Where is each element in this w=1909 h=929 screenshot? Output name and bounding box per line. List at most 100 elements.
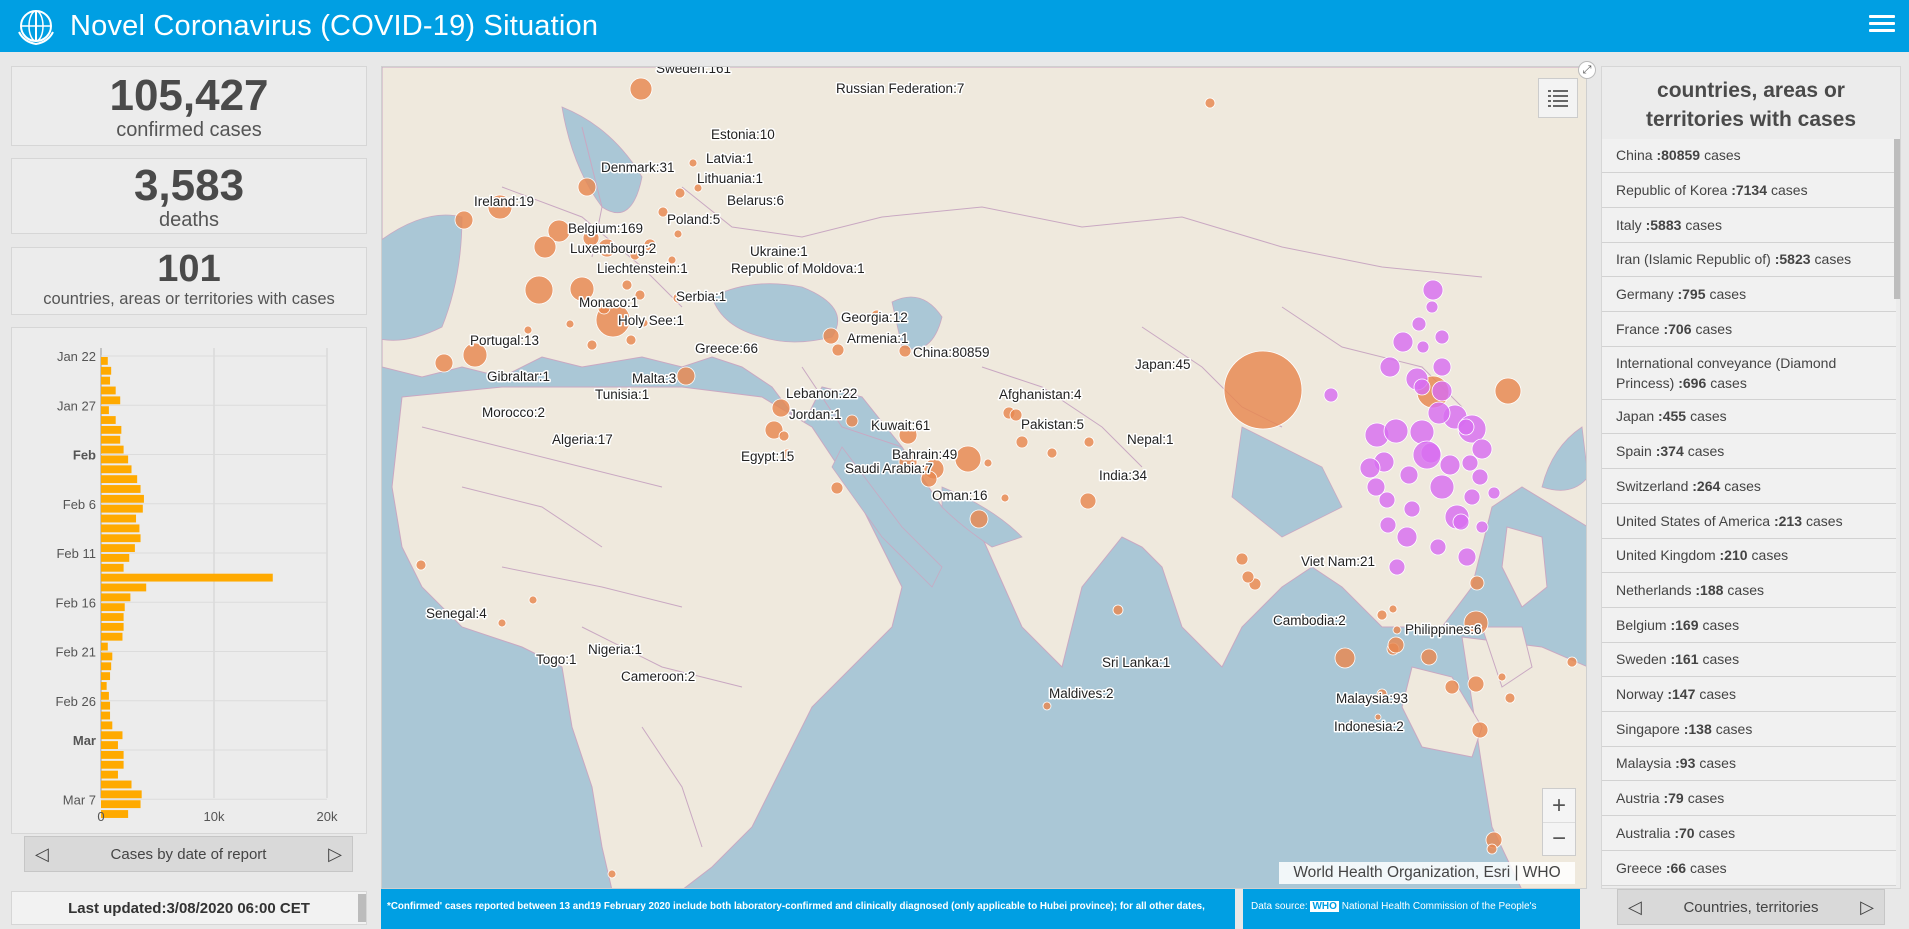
country-case-bubble	[1204, 97, 1216, 109]
map-country-label: Ireland:19	[474, 194, 534, 209]
map-country-label: Malta:3	[632, 371, 676, 386]
landmass	[1501, 526, 1548, 608]
country-name: France	[1616, 320, 1664, 337]
country-case-bubble	[1471, 721, 1489, 739]
chart-next-arrow-icon[interactable]: ▷	[328, 844, 342, 865]
world-map[interactable]: Sweden:161 Russian Federation:7 Estonia:10…	[381, 66, 1587, 889]
country-case-count: :7134	[1731, 181, 1767, 198]
zoom-out-button[interactable]: −	[1543, 822, 1575, 855]
country-list-item[interactable]: France :706 cases	[1602, 312, 1896, 347]
chart-prev-arrow-icon[interactable]: ◁	[35, 844, 49, 865]
country-case-bubble	[771, 398, 791, 418]
country-list-item[interactable]: Italy :5883 cases	[1602, 208, 1896, 243]
legend-list-icon[interactable]	[1538, 78, 1578, 118]
country-list-item[interactable]: Iran (Islamic Republic of) :5823 cases	[1602, 243, 1896, 277]
countries-list-title: countries, areas or territories with cas…	[1645, 79, 1857, 131]
country-name: Switzerland	[1616, 477, 1693, 494]
country-list-item[interactable]: China :80859 cases	[1602, 139, 1896, 173]
country-entry: Australia :70 cases	[1616, 823, 1735, 843]
chart-bar	[101, 494, 144, 503]
country-case-bubble	[1392, 625, 1402, 635]
country-list-item[interactable]: Netherlands :188 cases	[1602, 573, 1896, 608]
country-case-bubble	[1444, 679, 1460, 695]
country-case-suffix: cases	[1699, 755, 1736, 772]
country-case-suffix: cases	[1695, 320, 1733, 337]
countries-count: 101	[157, 248, 221, 290]
country-list-item[interactable]: United Kingdom :210 cases	[1602, 539, 1896, 573]
country-entry: Netherlands :188 cases	[1616, 580, 1764, 600]
chart-bar	[101, 613, 124, 621]
countries-prev-arrow-icon[interactable]: ◁	[1628, 897, 1642, 918]
map-country-label: Japan:45	[1135, 357, 1191, 372]
country-case-bubble	[983, 458, 993, 468]
country-case-bubble	[1042, 701, 1052, 711]
country-case-count: :455	[1658, 408, 1687, 425]
country-entry: France :706 cases	[1616, 319, 1732, 339]
map-country-label: Indonesia:2	[1334, 719, 1404, 734]
scrollbar[interactable]	[358, 894, 366, 922]
chart-y-tick-label: Feb 26	[56, 694, 96, 709]
countries-nav-bar: ◁ Countries, territories ▷	[1617, 889, 1885, 925]
chart-bar	[101, 780, 132, 789]
country-list-item[interactable]: Austria :79 cases	[1602, 781, 1896, 816]
country-case-suffix: cases	[1806, 512, 1843, 529]
country-list-item[interactable]: Sweden :161 cases	[1602, 643, 1896, 677]
country-list-item[interactable]: Switzerland :264 cases	[1602, 469, 1896, 504]
country-list-item[interactable]: Belgium :169 cases	[1602, 608, 1896, 643]
china-province-bubble	[1425, 300, 1439, 314]
country-entry: Sweden :161 cases	[1616, 649, 1739, 669]
country-entry: Japan :455 cases	[1616, 406, 1727, 426]
chart-bar	[101, 721, 113, 730]
country-list-item[interactable]: Malaysia :93 cases	[1602, 747, 1896, 781]
country-list-item[interactable]: Greece :66 cases	[1602, 851, 1896, 886]
zoom-in-button[interactable]: +	[1543, 789, 1575, 822]
countries-list-scrollbar[interactable]	[1894, 139, 1900, 299]
chart-bar	[101, 682, 107, 690]
map-country-label: Senegal:4	[426, 606, 487, 621]
country-list-item[interactable]: Republic of Korea :7134 cases	[1602, 173, 1896, 208]
china-province-bubble	[1429, 474, 1455, 500]
country-list-item[interactable]: International conveyance (Diamond Prince…	[1602, 347, 1896, 400]
china-province-bubble	[1383, 418, 1409, 444]
country-case-bubble	[898, 344, 912, 358]
country-case-suffix: cases	[1687, 442, 1725, 459]
country-list-item[interactable]: Japan :455 cases	[1602, 400, 1896, 434]
country-list-item[interactable]: Norway :147 cases	[1602, 677, 1896, 712]
map-country-label: Kuwait:61	[871, 418, 930, 433]
country-list-item[interactable]: Spain :374 cases	[1602, 434, 1896, 469]
country-list-item[interactable]: Germany :795 cases	[1602, 277, 1896, 312]
map-country-label: Jordan:1	[789, 407, 842, 422]
countries-label: countries, areas or territories with cas…	[43, 289, 335, 308]
chart-bar	[101, 435, 121, 444]
chart-bar	[101, 366, 112, 375]
chart-y-tick-label: Feb 16	[56, 595, 96, 610]
countries-next-arrow-icon[interactable]: ▷	[1860, 897, 1874, 918]
map-country-label: Sweden:161	[656, 67, 731, 76]
data-source-prefix: Data source:	[1251, 901, 1308, 912]
map-canvas[interactable]: Sweden:161 Russian Federation:7 Estonia:10…	[382, 67, 1587, 889]
expand-map-icon[interactable]: ⤢	[1578, 61, 1596, 79]
country-case-suffix: cases	[1715, 720, 1753, 737]
country-case-bubble	[1334, 647, 1356, 669]
country-list-item[interactable]: United States of America :213 cases	[1602, 504, 1896, 539]
hamburger-menu-icon[interactable]	[1869, 11, 1895, 37]
map-country-label: Morocco:2	[482, 405, 545, 420]
country-case-bubble	[1015, 435, 1029, 449]
country-entry: Spain :374 cases	[1616, 441, 1724, 461]
map-country-label: Algeria:17	[552, 432, 613, 447]
map-country-label: Nepal:1	[1127, 432, 1174, 447]
country-list-item[interactable]: Australia :70 cases	[1602, 816, 1896, 851]
china-province-bubble	[1429, 538, 1447, 556]
country-name: Italy	[1616, 216, 1646, 233]
map-country-label: China:80859	[913, 345, 990, 360]
country-entry: Iran (Islamic Republic of) :5823 cases	[1616, 249, 1851, 269]
map-country-label: Nigeria:1	[588, 642, 642, 657]
map-country-label: Belarus:6	[727, 193, 784, 208]
chart-x-tick-label: 20k	[317, 809, 338, 824]
china-province-bubble	[1388, 558, 1406, 576]
country-case-suffix: cases	[1727, 581, 1764, 598]
chart-y-tick-label: Jan 27	[57, 398, 96, 413]
map-country-label: Holy See:1	[618, 313, 684, 328]
country-list-item[interactable]: Singapore :138 cases	[1602, 712, 1896, 747]
map-country-label: Liechtenstein:1	[597, 261, 688, 276]
